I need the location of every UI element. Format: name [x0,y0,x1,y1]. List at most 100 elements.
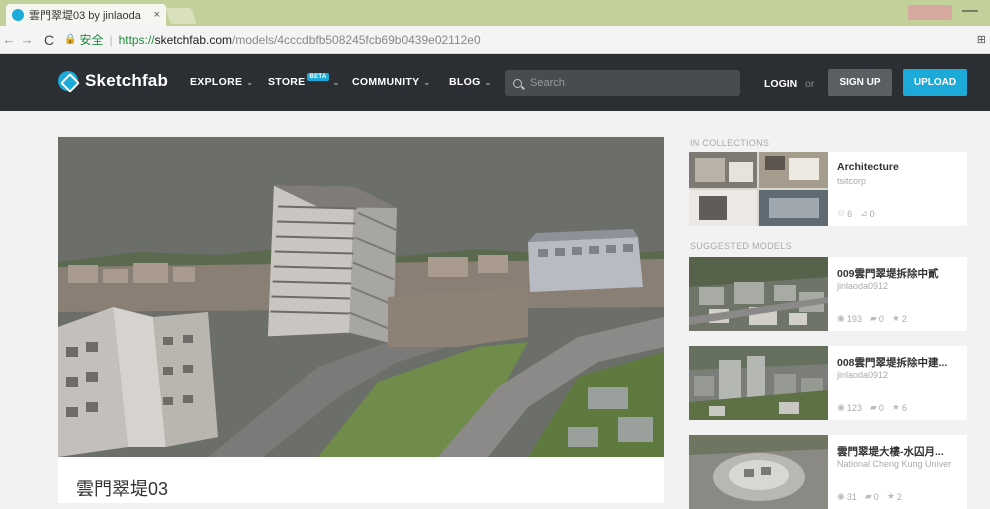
suggested-model-card[interactable]: 009雲門翠堤拆除中貳 jinlaoda0912 ◉ 193 ▰ 0 ★ 2 [689,257,967,331]
likes-stat: ★ 6 [892,402,907,413]
tab-title: 雲門翠堤03 by jinlaoda [29,10,141,22]
likes-stat: ♲ 6 [837,208,852,219]
comments-stat: ▰ 0 [870,313,884,324]
chevron-down-icon: ⌄ [423,77,431,87]
secure-label: 安全 [79,33,104,47]
model-render [58,137,664,457]
models-icon: ⊿ [860,208,868,218]
comments-stat: ▰ 0 [870,402,884,413]
model-stats: ◉ 31 ▰ 0 ★ 2 [837,491,902,502]
url-host: sketchfab.com [154,32,232,47]
views-count: 123 [846,402,862,413]
model-title: 雲門翠堤03 [76,479,169,499]
chevron-down-icon: ⌄ [246,77,254,87]
eye-icon: ◉ [837,402,845,412]
url-field[interactable]: 🔒 安全 | https:// sketchfab.com /models/4c… [64,31,481,48]
or-text: or [805,78,815,90]
suggested-models-label: SUGGESTED MODELS [690,241,792,251]
comments-count: 0 [873,491,879,502]
suggested-model-card[interactable]: 008雲門翠堤拆除中建... jinlaoda0912 ◉ 123 ▰ 0 ★ 6 [689,346,967,420]
likes-stat: ★ 2 [892,313,907,324]
likes-count: 6 [847,208,853,219]
extension-icon[interactable]: ⊞ [977,33,986,46]
comments-count: 0 [878,313,884,324]
nav-blog[interactable]: BLOG ⌄ [449,76,492,88]
models-stat: ⊿ 0 [860,208,875,219]
search-input[interactable] [530,77,730,89]
eye-icon: ◉ [837,313,845,323]
model-author[interactable]: jinlaoda0912 [837,281,963,291]
signup-button[interactable]: SIGN UP [828,69,892,96]
nav-explore-label: EXPLORE [190,76,243,88]
comments-count: 0 [878,402,884,413]
new-tab-button[interactable] [165,8,197,24]
back-arrow-icon[interactable]: ← [0,32,18,47]
models-count: 0 [869,208,875,219]
comment-icon: ▰ [864,491,872,501]
tab-close-icon[interactable]: × [154,9,160,21]
collection-thumbnail [689,152,828,226]
collection-title[interactable]: Architecture [837,161,963,173]
model-thumbnail [689,346,828,420]
model-info-panel: 雲門翠堤03 [58,457,664,503]
suggested-model-card[interactable]: 雲門翠堤大樓-水囚月... National Cheng Kung Univer… [689,435,967,509]
star-icon: ★ [891,313,900,323]
model-thumbnail [689,435,828,509]
views-count: 31 [846,491,857,502]
star-icon: ★ [891,402,900,412]
likes-stat: ★ 2 [887,491,902,502]
model-title-link[interactable]: 雲門翠堤大樓-水囚月... [837,444,963,459]
model-thumbnail [689,257,828,331]
nav-community[interactable]: COMMUNITY ⌄ [352,76,430,88]
views-stat: ◉ 31 [837,491,857,502]
model-stats: ◉ 193 ▰ 0 ★ 2 [837,313,907,324]
sketchfab-logo[interactable]: Sketchfab [58,71,168,91]
collection-author[interactable]: tsitcorp [837,176,963,186]
views-stat: ◉ 123 [837,402,862,413]
browser-tab-bar: 雲門翠堤03 by jinlaoda × — [0,0,990,26]
profile-badge[interactable] [908,5,952,20]
comments-stat: ▰ 0 [865,491,879,502]
chevron-down-icon: ⌄ [332,77,340,87]
in-collections-label: IN COLLECTIONS [690,138,770,148]
comment-icon: ▰ [869,402,877,412]
address-bar: ← → C 🔒 安全 | https:// sketchfab.com /mod… [0,26,990,54]
site-header: Sketchfab EXPLORE ⌄ STORE BETA ⌄ COMMUNI… [0,54,990,111]
chevron-down-icon: ⌄ [484,77,492,87]
url-scheme: https:// [118,32,155,47]
like-icon: ♲ [837,208,846,218]
upload-button[interactable]: UPLOAD [903,69,967,96]
nav-explore[interactable]: EXPLORE ⌄ [190,76,253,88]
model-stats: ◉ 123 ▰ 0 ★ 6 [837,402,907,413]
eye-icon: ◉ [837,491,845,501]
minimize-button[interactable]: — [962,2,978,20]
nav-store[interactable]: STORE BETA ⌄ [268,73,340,88]
views-stat: ◉ 193 [837,313,862,324]
logo-text: Sketchfab [85,71,169,90]
forward-arrow-icon[interactable]: → [18,32,36,47]
collection-stats: ♲ 6 ⊿ 0 [837,208,875,219]
likes-count: 2 [896,491,902,502]
nav-store-label: STORE [268,76,306,88]
url-path: /models/4cccdbfb508245fcb69b0439e02112e0 [232,32,481,47]
model-author[interactable]: jinlaoda0912 [837,370,963,380]
collection-card[interactable]: Architecture tsitcorp ♲ 6 ⊿ 0 [689,152,967,226]
model-viewer[interactable] [58,137,664,457]
reload-icon[interactable]: C [40,32,58,48]
search-icon [513,78,522,88]
model-title-link[interactable]: 009雲門翠堤拆除中貳 [837,266,963,281]
login-link[interactable]: LOGIN [764,78,797,90]
model-author[interactable]: National Cheng Kung Univer [837,459,963,469]
views-count: 193 [846,313,862,324]
sketchfab-favicon-icon [12,9,24,21]
sketchfab-logo-icon [58,71,78,91]
search-bar[interactable] [505,70,740,96]
lock-icon: 🔒 [64,34,77,45]
model-title-link[interactable]: 008雲門翠堤拆除中建... [837,355,963,370]
browser-tab[interactable]: 雲門翠堤03 by jinlaoda × [6,4,166,26]
url-separator: | [109,32,113,47]
beta-badge: BETA [307,73,329,81]
nav-community-label: COMMUNITY [352,76,420,88]
comment-icon: ▰ [869,313,877,323]
star-icon: ★ [886,491,895,501]
